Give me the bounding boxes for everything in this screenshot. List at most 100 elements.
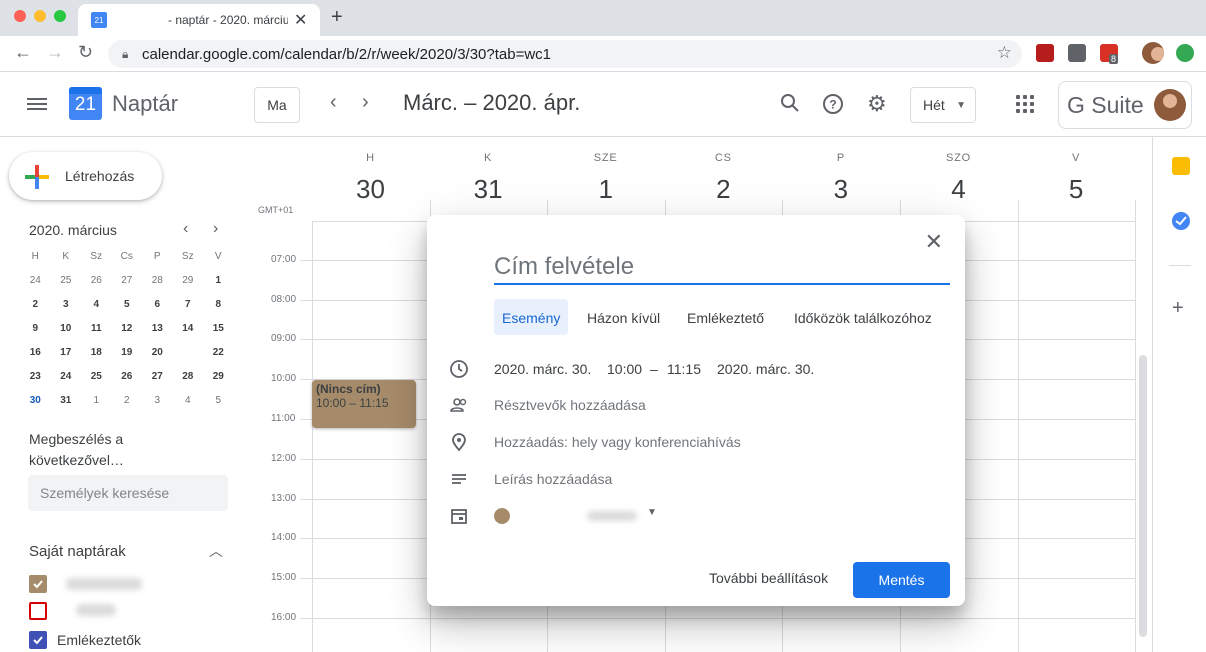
end-date[interactable]: 2020. márc. 30. <box>717 361 814 377</box>
mini-day[interactable]: 17 <box>51 341 82 365</box>
mini-day[interactable]: 26 <box>81 269 112 293</box>
day-number[interactable]: 4 <box>900 174 1017 205</box>
add-addon-icon[interactable]: + <box>1172 297 1184 320</box>
people-search-input[interactable]: Személyek keresése <box>28 475 228 511</box>
grid-scrollbar[interactable] <box>1139 355 1147 637</box>
mini-day[interactable]: 7 <box>173 293 204 317</box>
mini-day[interactable]: 29 <box>203 365 234 389</box>
mini-day[interactable]: 3 <box>142 389 173 413</box>
update-icon[interactable] <box>1176 44 1194 62</box>
mini-day[interactable]: 25 <box>51 269 82 293</box>
search-icon[interactable] <box>780 93 800 119</box>
mini-day[interactable]: 10 <box>51 317 82 341</box>
save-button[interactable]: Mentés <box>853 562 950 598</box>
gsuite-account-box[interactable]: G Suite <box>1058 81 1192 129</box>
tab-close-icon[interactable]: ✕ <box>294 10 307 30</box>
new-tab-button[interactable]: + <box>331 6 343 29</box>
tab-out-of-office[interactable]: Házon kívül <box>579 299 668 335</box>
day-header[interactable]: P3 <box>782 152 899 205</box>
previous-period-icon[interactable]: ‹ <box>330 91 337 114</box>
mini-day[interactable]: 31 <box>51 389 82 413</box>
tasks-icon[interactable] <box>1172 212 1190 230</box>
tab-appointment-slots[interactable]: Időközök találkozóhoz <box>786 299 940 335</box>
mini-day[interactable]: 15 <box>203 317 234 341</box>
mini-day[interactable]: 1 <box>81 389 112 413</box>
mini-day[interactable]: 26 <box>112 365 143 389</box>
mini-day[interactable]: 24 <box>51 365 82 389</box>
start-date[interactable]: 2020. márc. 30. <box>494 361 591 377</box>
day-header[interactable]: H 30 <box>312 152 429 205</box>
mini-day[interactable]: 4 <box>173 389 204 413</box>
apps-grid-icon[interactable] <box>1016 95 1034 113</box>
mini-day[interactable]: 12 <box>112 317 143 341</box>
day-number[interactable]: 2 <box>665 174 782 205</box>
mini-day[interactable]: 25 <box>81 365 112 389</box>
mini-day[interactable]: 8 <box>203 293 234 317</box>
day-number[interactable]: 1 <box>547 174 664 205</box>
mini-day[interactable]: 28 <box>173 365 204 389</box>
day-number[interactable]: 3 <box>782 174 899 205</box>
end-time[interactable]: 11:15 <box>667 361 701 377</box>
my-calendars-heading[interactable]: Saját naptárak <box>29 543 126 560</box>
mini-day[interactable]: 5 <box>203 389 234 413</box>
reload-icon[interactable]: ↻ <box>78 42 93 63</box>
mini-day[interactable]: 27 <box>112 269 143 293</box>
mini-prev-month-icon[interactable]: ‹ <box>183 220 188 238</box>
main-menu-icon[interactable] <box>27 95 47 115</box>
today-button[interactable]: Ma <box>254 87 300 123</box>
mini-day[interactable]: 22 <box>203 341 234 365</box>
calendar-dropdown-icon[interactable]: ▼ <box>647 507 657 518</box>
browser-tab[interactable]: 21 - naptár - 2020. márciu ✕ <box>78 4 320 36</box>
calendar-checkbox-1[interactable] <box>29 575 47 593</box>
close-window-button[interactable] <box>14 10 26 22</box>
mini-day[interactable]: 2 <box>20 293 51 317</box>
guests-row[interactable]: Résztvevők hozzáadása <box>447 393 947 417</box>
view-select[interactable]: Hét ▼ <box>910 87 976 123</box>
mini-day[interactable]: 30 <box>20 389 51 413</box>
day-number[interactable]: 5 <box>1018 174 1135 205</box>
day-header[interactable]: CS 2 <box>665 152 782 205</box>
mini-day[interactable]: 19 <box>112 341 143 365</box>
pdf-extension-icon[interactable] <box>1036 44 1054 62</box>
app-title[interactable]: Naptár <box>112 91 178 117</box>
keep-icon[interactable] <box>1172 157 1190 175</box>
mini-day[interactable]: 13 <box>142 317 173 341</box>
day-header[interactable]: V5 <box>1018 152 1135 205</box>
mini-day[interactable]: 1 <box>203 269 234 293</box>
event-title-input[interactable] <box>494 251 950 285</box>
day-header[interactable]: SZE 1 <box>547 152 664 205</box>
collapse-chevron-icon[interactable]: ︿ <box>209 541 223 561</box>
mini-day[interactable]: 4 <box>81 293 112 317</box>
mini-day[interactable]: 11 <box>81 317 112 341</box>
mini-day[interactable]: 16 <box>20 341 51 365</box>
mini-day[interactable]: 29 <box>173 269 204 293</box>
description-row[interactable]: Leírás hozzáadása <box>447 467 947 491</box>
back-icon[interactable]: ← <box>14 42 32 63</box>
badge-extension-icon[interactable]: 8 <box>1100 44 1119 64</box>
calendar-logo-icon[interactable]: 21 <box>69 87 102 120</box>
mini-day[interactable]: 21 <box>173 341 204 365</box>
more-options-button[interactable]: További beállítások <box>709 570 828 586</box>
settings-gear-icon[interactable]: ⚙ <box>867 91 887 117</box>
calendar-select-row[interactable]: ▼ <box>447 504 947 528</box>
mini-day[interactable]: 9 <box>20 317 51 341</box>
location-row[interactable]: Hozzáadás: hely vagy konferenciahívás <box>447 430 947 454</box>
mini-day[interactable]: 24 <box>20 269 51 293</box>
next-period-icon[interactable]: › <box>362 91 369 114</box>
day-number[interactable]: 30 <box>312 174 429 205</box>
forward-icon[interactable]: → <box>46 42 64 63</box>
profile-avatar[interactable] <box>1142 42 1164 64</box>
mini-next-month-icon[interactable]: › <box>213 220 218 238</box>
day-number[interactable]: 31 <box>430 174 547 205</box>
mini-day[interactable]: 20 <box>142 341 173 365</box>
mini-day[interactable]: 3 <box>51 293 82 317</box>
minimize-window-button[interactable] <box>34 10 46 22</box>
url-text[interactable]: calendar.google.com/calendar/b/2/r/week/… <box>142 46 551 63</box>
mini-day[interactable]: 2 <box>112 389 143 413</box>
mini-day[interactable]: 14 <box>173 317 204 341</box>
mini-day[interactable]: 18 <box>81 341 112 365</box>
calendar-event[interactable]: (Nincs cím) 10:00 – 11:15 <box>312 380 416 428</box>
extension-icon[interactable] <box>1068 44 1086 62</box>
reminders-checkbox[interactable] <box>29 631 47 649</box>
account-avatar[interactable] <box>1154 89 1186 121</box>
